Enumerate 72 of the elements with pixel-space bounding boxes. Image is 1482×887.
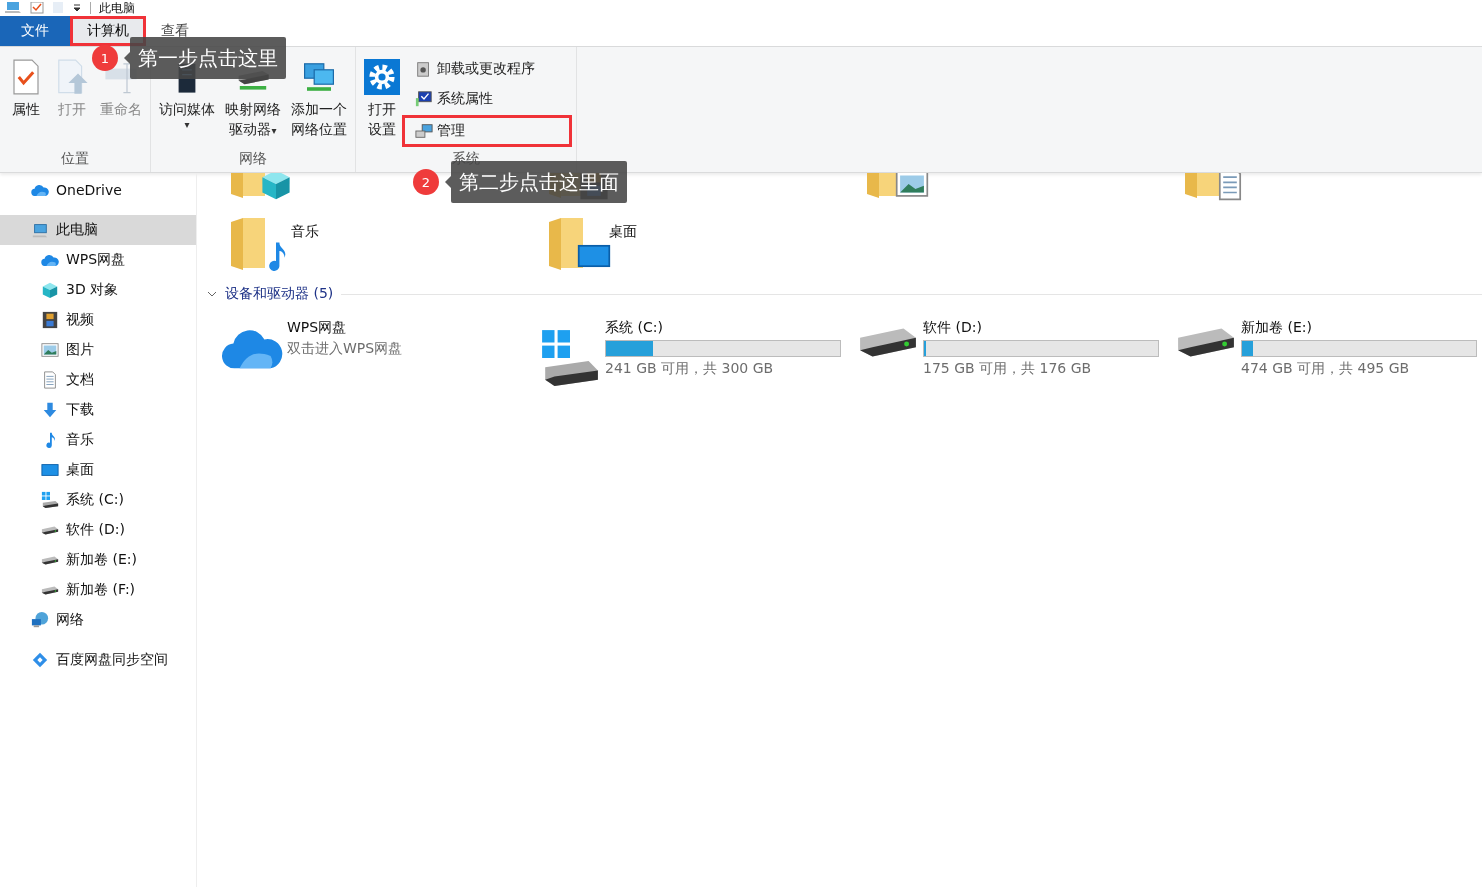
sidebar-item[interactable]: 新加卷 (E:) xyxy=(0,545,196,575)
callout-pointer xyxy=(124,52,130,64)
document-icon xyxy=(41,371,59,389)
group-label: 网络 xyxy=(238,150,268,168)
ribbon-button[interactable]: 打开 设置 xyxy=(360,51,404,150)
cloud-icon xyxy=(31,183,49,197)
cloud-icon xyxy=(221,327,283,371)
chevron-down-icon[interactable] xyxy=(207,290,217,298)
sidebar-item[interactable]: 桌面 xyxy=(0,455,196,485)
callout-tooltip: 第二步点击这里面 xyxy=(451,161,627,203)
ribbon-tab[interactable]: 计算机 xyxy=(70,16,146,46)
cube-icon xyxy=(259,173,293,201)
sidebar-item[interactable]: 此电脑 xyxy=(0,215,196,245)
checkbox-icon[interactable] xyxy=(30,2,44,14)
capacity-text: 241 GB 可用，共 300 GB xyxy=(605,360,775,378)
folder-icon xyxy=(549,217,585,271)
ribbon-menu-item[interactable]: 系统属性 xyxy=(402,85,572,113)
network-globe-icon xyxy=(31,611,49,629)
drive-icon xyxy=(41,585,59,595)
folder-name[interactable]: 音乐 xyxy=(291,217,319,241)
desktop-icon xyxy=(41,461,59,479)
sidebar-item[interactable]: 音乐 xyxy=(0,425,196,455)
ribbon-button[interactable]: 添加一个 网络位置 xyxy=(287,51,351,150)
drive-icon xyxy=(539,327,601,389)
sidebar-item[interactable]: 软件 (D:) xyxy=(0,515,196,545)
drive-name[interactable]: WPS网盘 xyxy=(287,319,523,337)
sidebar-item[interactable]: 3D 对象 xyxy=(0,275,196,305)
drive-icon xyxy=(1175,327,1237,358)
sidebar-item[interactable]: WPS网盘 xyxy=(0,245,196,275)
folder-name[interactable]: 桌面 xyxy=(609,217,637,241)
computer-icon xyxy=(4,2,22,14)
sidebar-item[interactable]: OneDrive xyxy=(0,175,196,205)
drive-name[interactable]: 新加卷 (E:) xyxy=(1241,319,1477,337)
callout-pointer xyxy=(445,176,451,188)
ribbon-menu-item[interactable]: 管理 xyxy=(402,115,572,147)
computer-icon xyxy=(31,221,49,239)
sidebar-item[interactable]: 图片 xyxy=(0,335,196,365)
drive-icon xyxy=(41,525,59,535)
picture-icon xyxy=(41,341,59,359)
sidebar-item[interactable]: 百度网盘同步空间 xyxy=(0,645,196,675)
dropdown-icon[interactable] xyxy=(72,2,82,14)
drive-name[interactable]: 系统 (C:) xyxy=(605,319,841,337)
capacity-text: 474 GB 可用，共 495 GB xyxy=(1241,360,1411,378)
window-title: 此电脑 xyxy=(99,2,135,14)
sidebar-item[interactable]: 视频 xyxy=(0,305,196,335)
drive-icon xyxy=(857,327,919,358)
computer-management-icon xyxy=(415,122,433,140)
drive-subtitle: 双击进入WPS网盘 xyxy=(287,340,404,358)
drive-icon xyxy=(41,491,59,509)
monitor-check-icon xyxy=(415,90,433,108)
ribbon-tab[interactable]: 文件 xyxy=(0,16,70,46)
ribbon-menu-item[interactable]: 卸载或更改程序 xyxy=(402,55,572,83)
group-header[interactable]: 设备和驱动器 (5) xyxy=(225,285,334,303)
diamond-icon xyxy=(31,651,49,669)
callout-tooltip: 第一步点击这里 xyxy=(130,37,286,79)
drive-icon xyxy=(41,555,59,565)
drive-name[interactable]: 软件 (D:) xyxy=(923,319,1159,337)
film-icon xyxy=(41,311,59,329)
cube-icon xyxy=(41,281,59,299)
step-badge: 2 xyxy=(413,169,439,195)
ribbon-button[interactable]: 属性 xyxy=(4,51,48,150)
group-label: 位置 xyxy=(60,150,90,168)
folder-icon xyxy=(231,217,267,271)
capacity-text: 175 GB 可用，共 176 GB xyxy=(923,360,1093,378)
cloud-icon xyxy=(41,253,59,267)
sidebar-item[interactable]: 新加卷 (F:) xyxy=(0,575,196,605)
settings-icon xyxy=(364,59,400,95)
sidebar-item[interactable]: 下载 xyxy=(0,395,196,425)
sidebar-item[interactable]: 文档 xyxy=(0,365,196,395)
sidebar-item[interactable]: 网络 xyxy=(0,605,196,635)
sidebar-item[interactable]: 系统 (C:) xyxy=(0,485,196,515)
down-arrow-icon xyxy=(41,401,59,419)
